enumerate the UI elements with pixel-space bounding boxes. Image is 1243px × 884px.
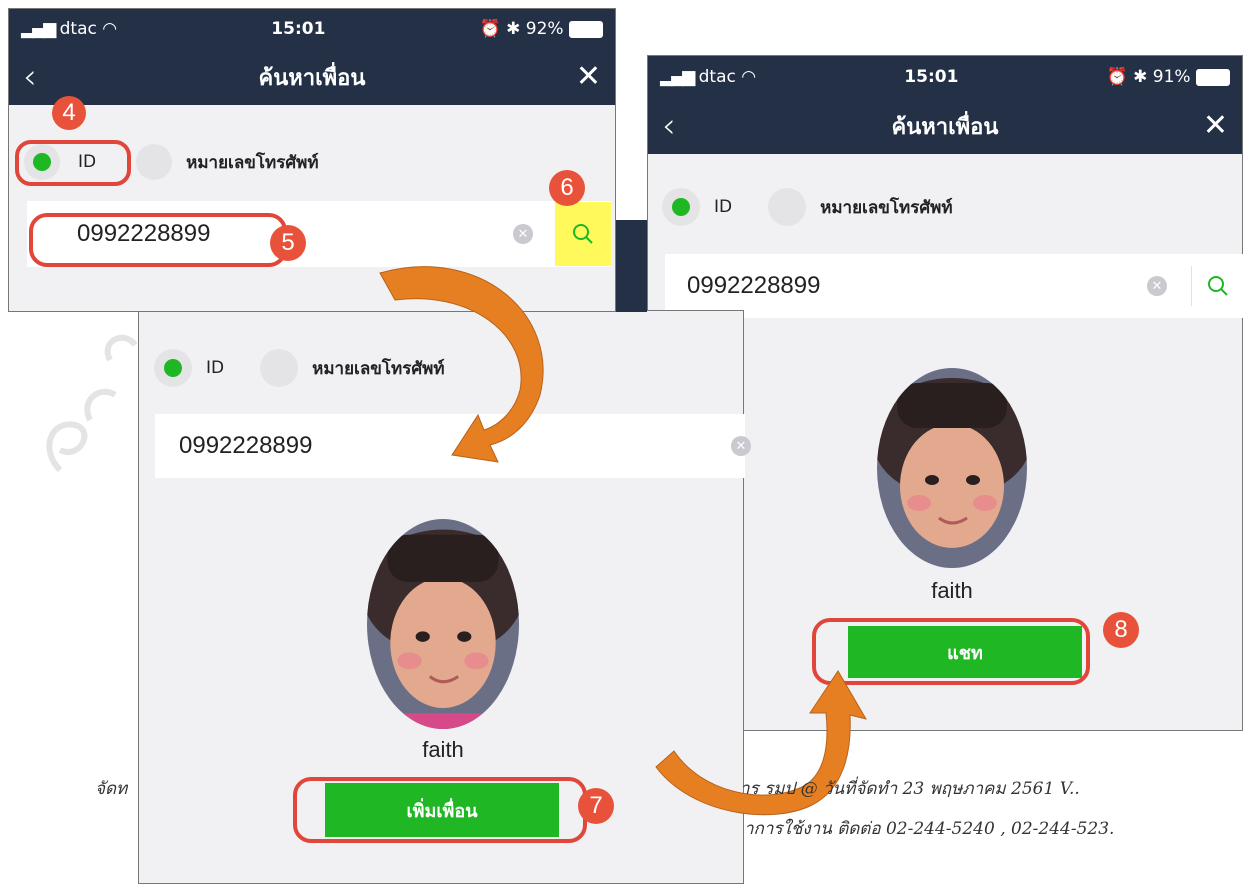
radio-phone[interactable] [136,144,173,180]
radio-selected-dot [33,153,51,171]
search-button[interactable] [1191,266,1243,306]
flow-arrow-search-to-result [379,266,544,463]
step-5-highlight [29,213,287,267]
radio-phone-label: หมายเลขโทรศัพท์ [820,197,953,218]
clear-icon[interactable]: ✕ [731,436,751,456]
status-bar: ▂▄▆ dtac ◠ 15:01 ⏰ ✱ 92% [9,9,615,49]
search-input[interactable]: 0992228899 [687,272,1147,300]
avatar [367,519,519,729]
search-type-radio-group: ID หมายเลขโทรศัพท์ [662,188,953,226]
close-icon[interactable]: ✕ [576,62,601,92]
battery-status: ⏰ ✱ 92% [480,19,603,39]
radio-id[interactable] [24,144,60,180]
clear-icon[interactable]: ✕ [513,224,533,244]
footer-line2: าการใช้งาน ติดต่อ 02-244-5240 , 02-244-5… [744,819,1115,839]
wifi-icon: ◠ [102,19,118,39]
radio-id-label: ID [78,152,97,172]
battery-icon [568,20,603,38]
footer-line1: าร รมป @ วันที่จัดทำ 23 พฤษภาคม 2561 V.. [740,779,1080,799]
clear-icon[interactable]: ✕ [1147,276,1167,296]
carrier-signal: ▂▄▆ dtac ◠ [21,19,118,39]
radio-id-label: ID [206,358,225,378]
profile-name: faith [422,737,464,762]
search-type-radio-group: ID หมายเลขโทรศัพท์ [24,144,319,180]
avatar [877,368,1027,568]
radio-id[interactable] [154,349,192,387]
wifi-icon: ◠ [741,67,757,87]
step-7-badge: 7 [578,788,614,824]
close-icon[interactable]: ✕ [1203,111,1228,141]
battery-icon [1195,68,1230,86]
nav-bar: ‹ ค้นหาเพื่อน ✕ [9,49,615,105]
footer-left: จัดท [95,779,128,799]
radio-phone[interactable] [768,188,807,226]
page-title: ค้นหาเพื่อน [891,114,999,140]
search-input-row: 0992228899 ✕ [665,254,1243,318]
step-5-badge: 5 [270,225,306,261]
profile-name: faith [931,578,973,603]
radio-phone-label: หมายเลขโทรศัพท์ [186,152,319,173]
status-bar: ▂▄▆ dtac ◠ 15:01 ⏰ ✱ 91% [648,56,1242,98]
clock: 15:01 [904,67,959,87]
search-icon [1208,276,1228,296]
radio-selected-dot [164,359,182,377]
radio-phone[interactable] [260,349,299,387]
chat-button[interactable]: แชท [848,626,1082,678]
background-screen-edge [616,220,647,312]
search-icon [573,224,593,244]
add-friend-button[interactable]: เพิ่มเพื่อน [325,783,559,837]
page-title: ค้นหาเพื่อน [258,65,366,91]
step-8-badge: 8 [1103,612,1139,648]
carrier-signal: ▂▄▆ dtac ◠ [660,67,757,87]
back-chevron-icon[interactable]: ‹ [23,60,37,94]
step-4-badge: 4 [52,96,86,130]
back-chevron-icon[interactable]: ‹ [662,109,676,143]
step-6-badge: 6 [549,170,585,206]
nav-bar: ‹ ค้นหาเพื่อน ✕ [648,98,1242,154]
radio-id[interactable] [662,188,700,226]
radio-id-label: ID [714,197,733,217]
battery-status: ⏰ ✱ 91% [1107,67,1230,87]
clock: 15:01 [271,19,326,39]
radio-selected-dot [672,198,690,216]
